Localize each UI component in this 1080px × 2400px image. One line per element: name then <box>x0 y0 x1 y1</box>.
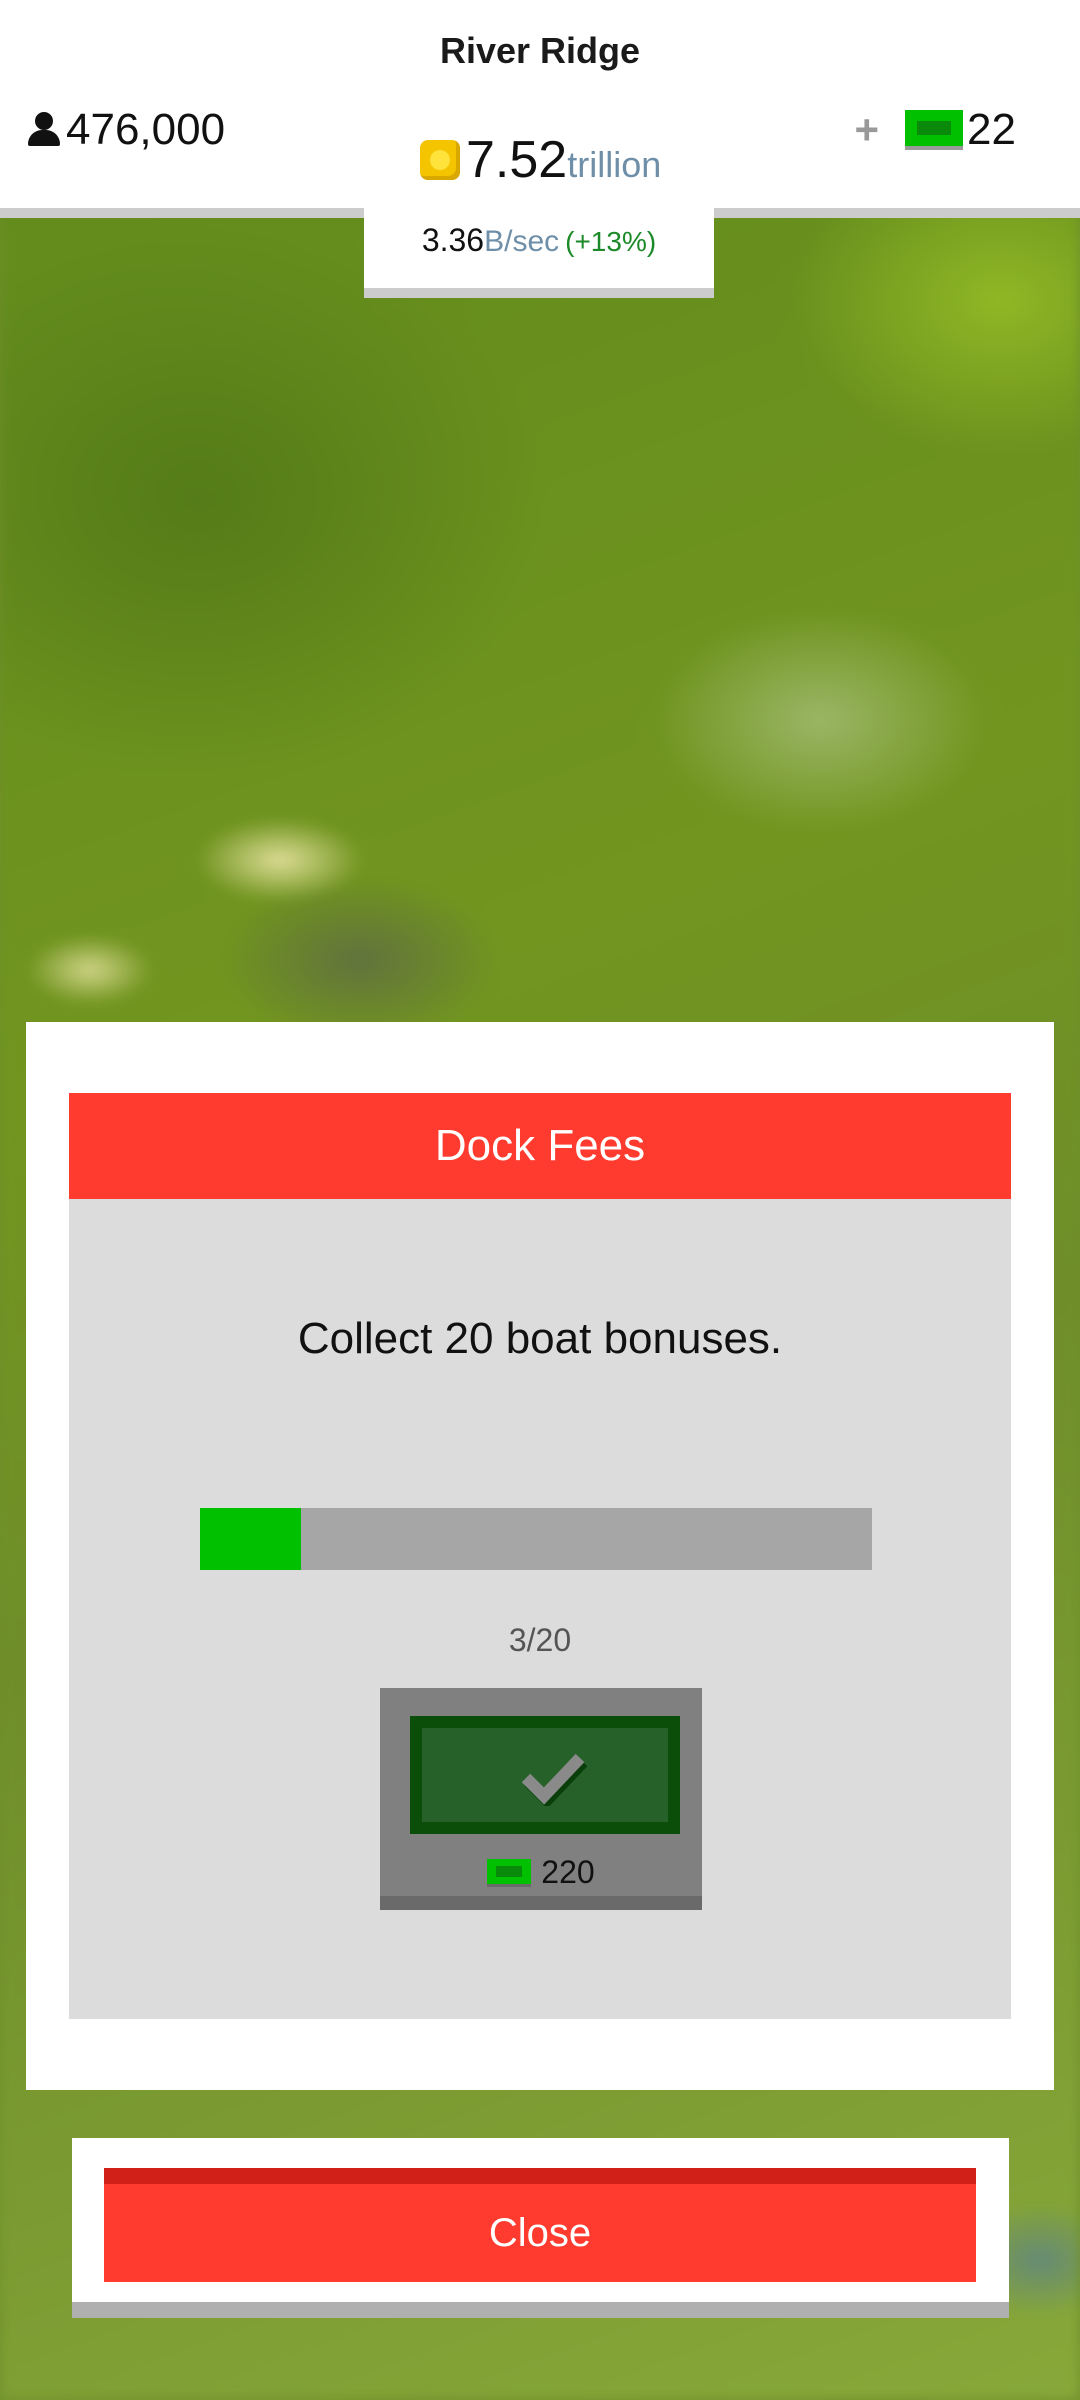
claim-reward-button[interactable]: 220 <box>380 1688 702 1910</box>
coins-value: 7.52 <box>466 131 568 189</box>
dialog-title: Dock Fees <box>69 1093 1011 1199</box>
close-panel: Close <box>72 2138 1009 2318</box>
population-value: 476,000 <box>66 105 226 154</box>
cash-counter[interactable]: + 22 <box>855 105 1016 155</box>
reward-value: 220 <box>541 1854 595 1890</box>
cash-bill-icon <box>905 110 964 150</box>
population-counter: 476,000 <box>26 105 225 155</box>
cash-value: 22 <box>967 105 1016 154</box>
close-button[interactable]: Close <box>104 2168 976 2282</box>
progress-bar-fill <box>200 1508 301 1570</box>
checkmark-icon <box>521 1753 588 1806</box>
progress-count: 3/20 <box>508 1622 572 1658</box>
income-rate: 3.36B/sec (+13%) <box>364 222 714 259</box>
progress-bar <box>200 1508 872 1570</box>
rate-unit: B/sec <box>484 225 560 258</box>
coins-unit: trillion <box>567 144 662 185</box>
person-icon <box>26 112 62 148</box>
rate-change: (+13%) <box>565 226 657 257</box>
dialog-body: Collect 20 boat bonuses. 3/20 220 <box>69 1199 1011 2019</box>
task-description: Collect 20 boat bonuses. <box>297 1314 783 1363</box>
reward-amount: 220 <box>380 1854 702 1891</box>
add-cash-button[interactable]: + <box>855 106 880 154</box>
cash-bill-icon <box>487 1858 532 1887</box>
town-name: River Ridge <box>439 30 641 71</box>
coins-counter: 7.52 trillion <box>420 130 661 190</box>
check-panel <box>410 1716 680 1834</box>
rate-value: 3.36 <box>421 222 485 258</box>
coin-icon <box>420 140 460 180</box>
objective-dialog: Dock Fees Collect 20 boat bonuses. 3/20 … <box>26 1022 1054 2090</box>
